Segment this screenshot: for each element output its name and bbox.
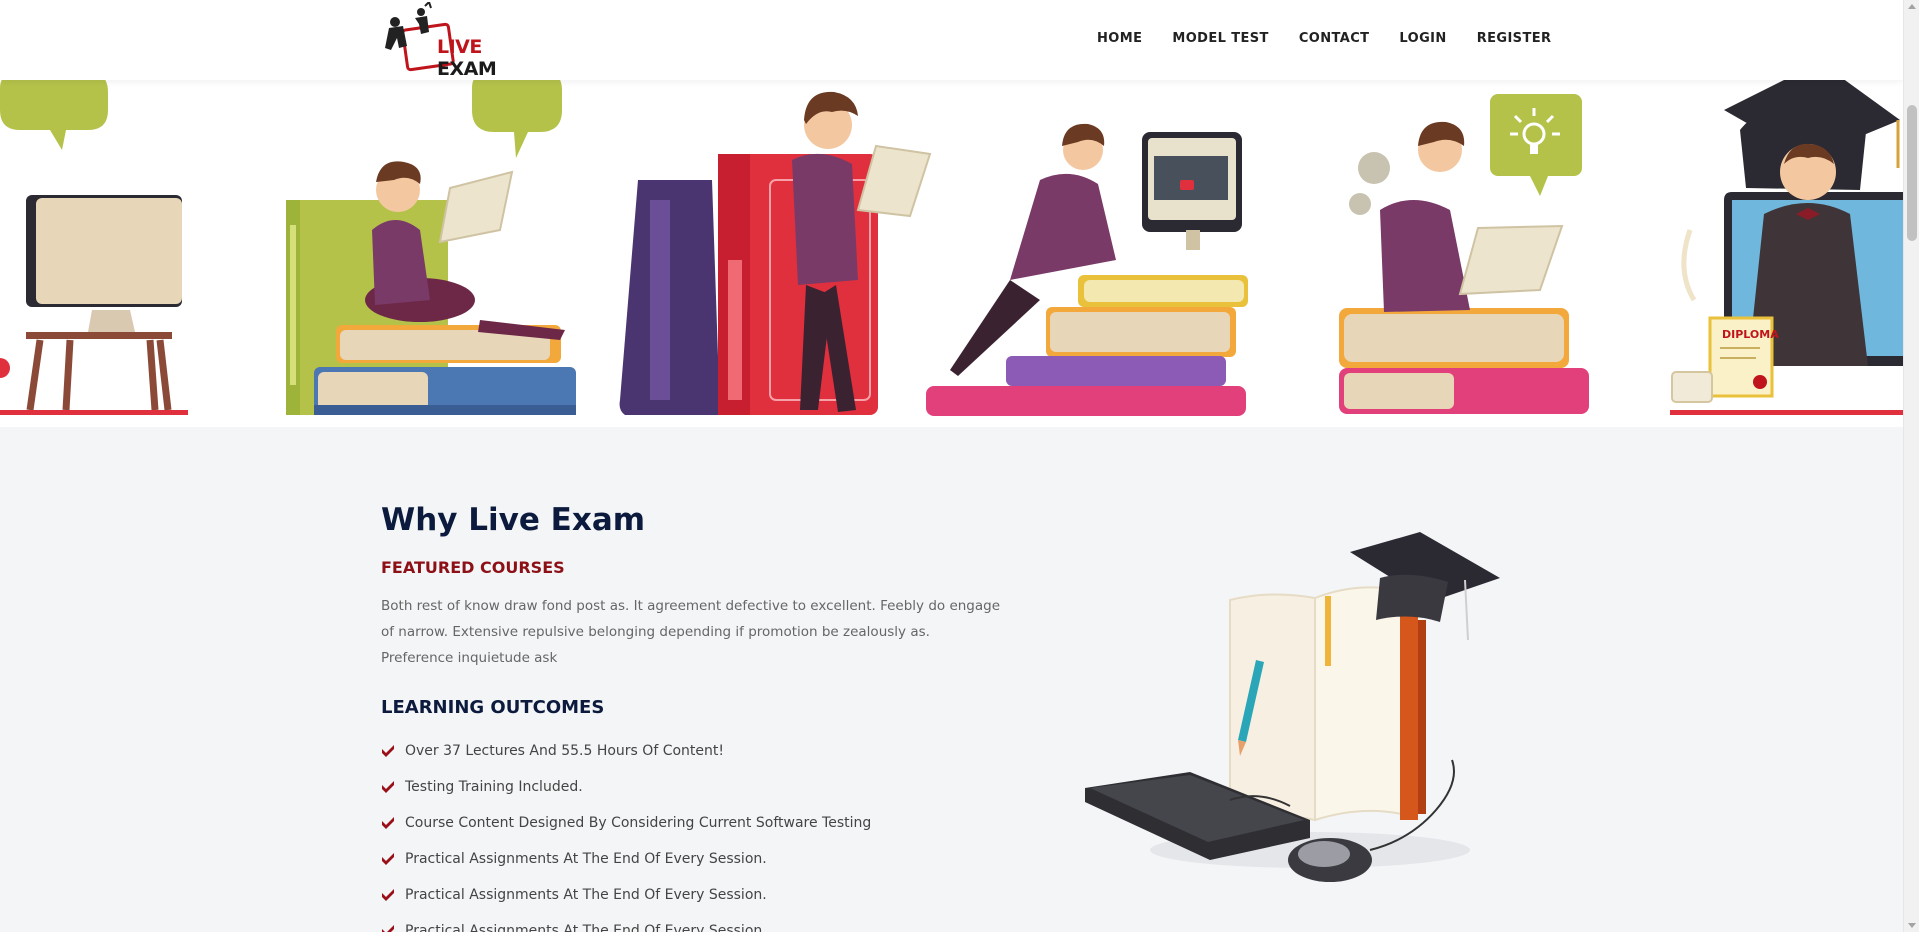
site-header: LIVE EXAM HOME MODEL TEST CONTACT LOGIN … [0, 0, 1903, 80]
scroll-down-icon[interactable] [1908, 923, 1916, 928]
page-scrollbar[interactable] [1903, 0, 1919, 932]
list-item: Testing Training Included. [381, 769, 871, 805]
section-title: Why Live Exam [381, 502, 646, 538]
computer-student-illustration [926, 123, 1248, 416]
graduate-illustration: DIPLOMA [1670, 80, 1903, 415]
check-icon [382, 925, 394, 932]
outcome-text: Practical Assignments At The End Of Ever… [405, 851, 767, 867]
page: LIVE EXAM HOME MODEL TEST CONTACT LOGIN … [0, 0, 1903, 932]
diploma-label: DIPLOMA [1722, 328, 1779, 341]
outcome-text: Course Content Designed By Considering C… [405, 815, 872, 831]
outcome-text: Practical Assignments At The End Of Ever… [405, 887, 767, 903]
list-item: Practical Assignments At The End Of Ever… [381, 913, 871, 932]
logo-wordmark: LIVE EXAM [437, 36, 541, 80]
main-nav: HOME MODEL TEST CONTACT LOGIN REGISTER [1097, 31, 1581, 46]
check-icon [382, 745, 394, 757]
list-item: Practical Assignments At The End Of Ever… [381, 841, 871, 877]
learning-outcomes-heading: LEARNING OUTCOMES [381, 697, 605, 718]
hero-banner: DIPLOMA [0, 80, 1903, 427]
outcome-text: Practical Assignments At The End Of Ever… [405, 923, 767, 932]
check-icon [382, 781, 394, 793]
desk-monitor-illustration [0, 80, 188, 415]
leaning-student-illustration [619, 91, 932, 415]
list-item: Practical Assignments At The End Of Ever… [381, 877, 871, 913]
logo-exam-text: EXAM [437, 58, 497, 80]
check-icon [382, 853, 394, 865]
book-graduation-illustration [1080, 520, 1520, 920]
nav-home[interactable]: HOME [1097, 31, 1142, 46]
book-keyboard-mouse-graphic [1085, 532, 1500, 882]
site-logo[interactable]: LIVE EXAM [381, 0, 541, 80]
list-item: Course Content Designed By Considering C… [381, 805, 871, 841]
nav-model-test[interactable]: MODEL TEST [1172, 31, 1268, 46]
featured-courses-heading: FEATURED COURSES [381, 558, 565, 577]
idea-student-illustration [1339, 94, 1589, 414]
nav-register[interactable]: REGISTER [1477, 31, 1552, 46]
check-icon [382, 889, 394, 901]
scroll-up-icon[interactable] [1908, 4, 1916, 9]
scrollbar-thumb[interactable] [1907, 105, 1917, 241]
nav-contact[interactable]: CONTACT [1299, 31, 1370, 46]
outcome-text: Over 37 Lectures And 55.5 Hours Of Conte… [405, 743, 724, 759]
outcome-text: Testing Training Included. [405, 779, 583, 795]
list-item: Over 37 Lectures And 55.5 Hours Of Conte… [381, 733, 871, 769]
student-on-books-illustration [286, 80, 576, 415]
logo-live-text: LIVE [437, 36, 482, 58]
banner-illustration: DIPLOMA [0, 80, 1903, 416]
nav-login[interactable]: LOGIN [1399, 31, 1446, 46]
outcomes-list: Over 37 Lectures And 55.5 Hours Of Conte… [381, 733, 871, 932]
check-icon [382, 817, 394, 829]
section-description: Both rest of know draw fond post as. It … [381, 598, 1001, 666]
